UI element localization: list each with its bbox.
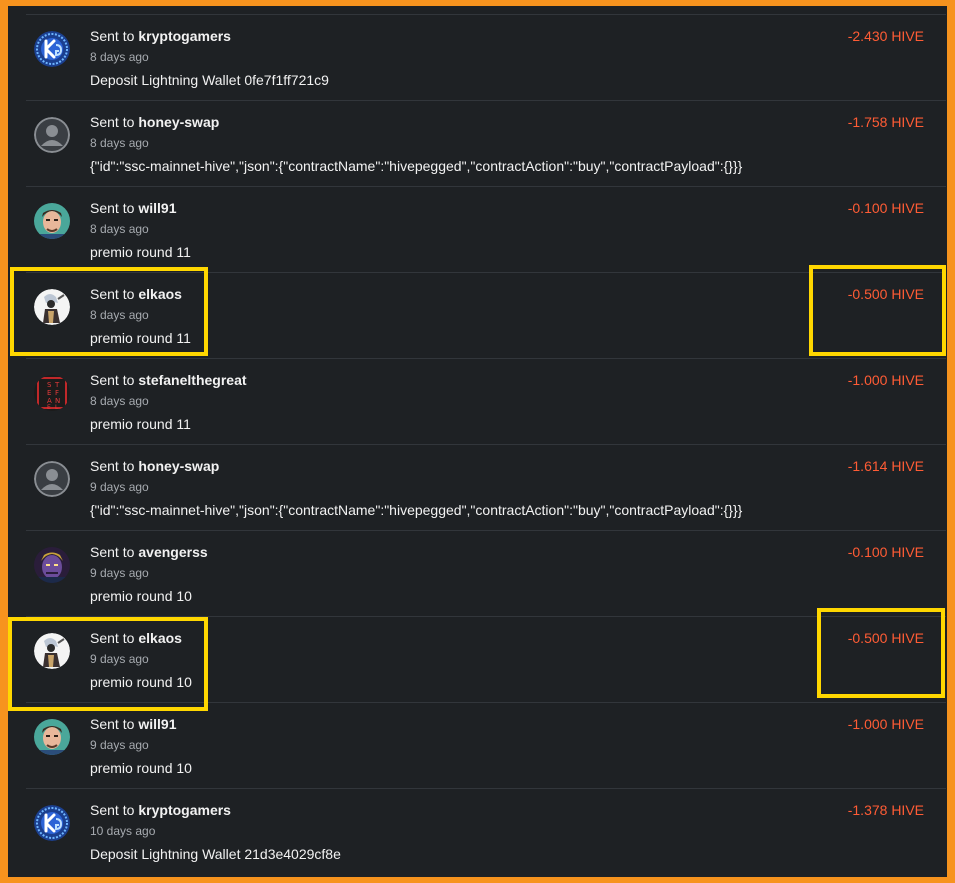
transaction-row[interactable]: Sent to honey-swap 8 days ago {"id":"ssc-… (26, 100, 946, 186)
recipient-link[interactable]: avengerss (138, 544, 207, 560)
transaction-amount: -1.614 HIVE (847, 458, 924, 474)
stefanel-letter: F (55, 389, 59, 397)
transaction-memo: premio round 11 (90, 330, 191, 346)
transaction-prefix: Sent to (90, 286, 135, 302)
transaction-time: 9 days ago (90, 480, 149, 494)
recipient-link[interactable]: will91 (138, 716, 176, 732)
transaction-title: Sent to stefanelthegreat (90, 372, 247, 388)
will91-avatar-icon[interactable] (34, 203, 70, 239)
stefanel-avatar-icon[interactable]: S T E F A N E L (34, 375, 70, 411)
transaction-prefix: Sent to (90, 544, 135, 560)
kryptogamers-avatar-icon[interactable] (34, 805, 70, 841)
transaction-title: Sent to avengerss (90, 544, 208, 560)
recipient-link[interactable]: honey-swap (138, 114, 219, 130)
will91-avatar-icon[interactable] (34, 719, 70, 755)
recipient-link[interactable]: kryptogamers (138, 802, 231, 818)
stefanel-letter: S (47, 381, 52, 389)
transaction-prefix: Sent to (90, 372, 135, 388)
transaction-row[interactable]: Sent to will91 9 days ago premio round 10… (26, 702, 946, 788)
transaction-title: Sent to elkaos (90, 286, 182, 302)
transaction-prefix: Sent to (90, 802, 135, 818)
transaction-prefix: Sent to (90, 630, 135, 646)
transaction-row[interactable]: Sent to kryptogamers 10 days ago Deposit … (26, 788, 946, 874)
transaction-time: 8 days ago (90, 136, 149, 150)
transaction-title: Sent to elkaos (90, 630, 182, 646)
recipient-link[interactable]: honey-swap (138, 458, 219, 474)
transaction-time: 9 days ago (90, 652, 149, 666)
transaction-memo: premio round 11 (90, 244, 191, 260)
transaction-memo: Deposit Lightning Wallet 21d3e4029cf8e (90, 846, 341, 862)
transaction-memo: premio round 10 (90, 588, 192, 604)
transaction-prefix: Sent to (90, 716, 135, 732)
transaction-amount: -0.500 HIVE (847, 286, 924, 302)
kryptogamers-avatar-icon[interactable] (34, 31, 70, 67)
transaction-amount: -1.378 HIVE (847, 802, 924, 818)
recipient-link[interactable]: elkaos (138, 630, 182, 646)
transaction-title: Sent to will91 (90, 716, 177, 732)
recipient-link[interactable]: stefanelthegreat (138, 372, 246, 388)
transaction-memo: {"id":"ssc-mainnet-hive","json":{"contra… (90, 502, 743, 518)
transaction-time: 8 days ago (90, 308, 149, 322)
transaction-amount: -2.430 HIVE (847, 28, 924, 44)
transaction-memo: Deposit Lightning Wallet 0fe7f1ff721c9 (90, 72, 329, 88)
transaction-time: 8 days ago (90, 50, 149, 64)
stefanel-letter: T (54, 381, 60, 389)
transaction-row[interactable]: Sent to avengerss 9 days ago premio round… (26, 530, 946, 616)
transaction-memo: {"id":"ssc-mainnet-hive","json":{"contra… (90, 158, 743, 174)
transaction-prefix: Sent to (90, 200, 135, 216)
transaction-row[interactable]: Sent to elkaos 9 days ago premio round 10… (26, 616, 946, 702)
elkaos-avatar-icon[interactable] (34, 633, 70, 669)
default-user-icon[interactable] (34, 117, 70, 153)
transaction-history-panel: Sent to kryptogamers 8 days ago Deposit L… (8, 6, 947, 877)
transaction-amount: -1.000 HIVE (847, 372, 924, 388)
transaction-memo: premio round 10 (90, 674, 192, 690)
transaction-prefix: Sent to (90, 28, 135, 44)
transaction-title: Sent to will91 (90, 200, 177, 216)
transaction-title: Sent to kryptogamers (90, 28, 231, 44)
transaction-row[interactable]: Sent to will91 8 days ago premio round 11… (26, 186, 946, 272)
transaction-amount: -0.100 HIVE (847, 544, 924, 560)
transaction-title: Sent to honey-swap (90, 458, 219, 474)
stefanel-letter: E (47, 404, 51, 411)
transaction-prefix: Sent to (90, 458, 135, 474)
transaction-amount: -0.500 HIVE (847, 630, 924, 646)
transaction-row[interactable]: Sent to kryptogamers 8 days ago Deposit L… (26, 14, 946, 100)
transaction-amount: -1.758 HIVE (847, 114, 924, 130)
transaction-row[interactable]: S T E F A N E L Sent to stefanelthegreat … (26, 358, 946, 444)
transaction-row[interactable]: Sent to elkaos 8 days ago premio round 11… (26, 272, 946, 358)
transaction-row[interactable]: Sent to honey-swap 9 days ago {"id":"ssc-… (26, 444, 946, 530)
transaction-time: 9 days ago (90, 738, 149, 752)
transaction-memo: premio round 11 (90, 416, 191, 432)
transaction-title: Sent to kryptogamers (90, 802, 231, 818)
avengerss-avatar-icon[interactable] (34, 547, 70, 583)
elkaos-avatar-icon[interactable] (34, 289, 70, 325)
stefanel-letter: E (47, 389, 51, 397)
recipient-link[interactable]: will91 (138, 200, 176, 216)
transaction-amount: -0.100 HIVE (847, 200, 924, 216)
transaction-time: 8 days ago (90, 394, 149, 408)
transaction-amount: -1.000 HIVE (847, 716, 924, 732)
transaction-title: Sent to honey-swap (90, 114, 219, 130)
recipient-link[interactable]: kryptogamers (138, 28, 231, 44)
transaction-memo: premio round 10 (90, 760, 192, 776)
transaction-prefix: Sent to (90, 114, 135, 130)
transaction-time: 9 days ago (90, 566, 149, 580)
default-user-icon[interactable] (34, 461, 70, 497)
transaction-time: 8 days ago (90, 222, 149, 236)
recipient-link[interactable]: elkaos (138, 286, 182, 302)
transaction-time: 10 days ago (90, 824, 156, 838)
